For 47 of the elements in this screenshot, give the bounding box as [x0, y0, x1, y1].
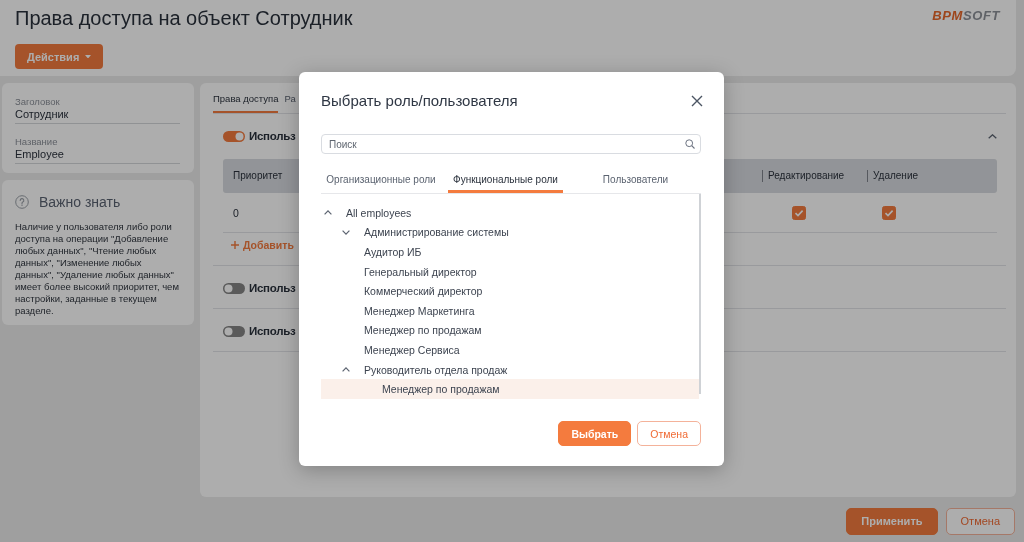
help-icon: [15, 195, 29, 209]
plus-icon: [231, 241, 239, 249]
section-title: Использ: [249, 325, 296, 337]
caret-icon: [85, 54, 92, 59]
tree-item[interactable]: Менеджер Сервиса: [321, 340, 699, 360]
search-icon[interactable]: [685, 139, 695, 149]
dialog-title: Выбрать роль/пользователя: [321, 92, 518, 110]
text-field[interactable]: Сотрудник: [15, 108, 180, 124]
table-cell-text: 0: [232, 206, 239, 219]
tree-item[interactable]: Менеджер по продажам: [321, 379, 699, 399]
section-title: Использ: [249, 282, 296, 294]
column-header: Удаление: [867, 170, 919, 182]
field-label: Заголовок: [15, 96, 61, 108]
tab[interactable]: Функциональные роли: [448, 168, 563, 193]
toggle-switch[interactable]: [223, 130, 245, 142]
info-title: Важно знать: [39, 194, 121, 210]
tree-item[interactable]: Менеджер Маркетинга: [321, 300, 699, 321]
checkbox[interactable]: [882, 205, 896, 220]
toggle-switch[interactable]: [223, 325, 245, 337]
tree-item[interactable]: Руководитель отдела продаж: [321, 359, 699, 380]
tab[interactable]: Организационные роли: [321, 168, 441, 193]
search-field[interactable]: Поиск: [321, 134, 701, 154]
tab[interactable]: Ра: [284, 93, 296, 113]
logo: BPMSOFT: [932, 9, 1000, 23]
toggle-switch[interactable]: [223, 282, 245, 294]
tab[interactable]: Права доступа: [213, 93, 279, 113]
tree-item[interactable]: Администрирование системы: [321, 222, 699, 243]
checkbox[interactable]: [792, 205, 806, 220]
close-icon[interactable]: [691, 95, 703, 107]
chevron-down-icon[interactable]: [342, 229, 350, 235]
column-header: Редактирование: [762, 170, 845, 182]
tree-item[interactable]: Генеральный директор: [321, 261, 699, 282]
text-field[interactable]: Employee: [15, 148, 180, 164]
scrollbar[interactable]: [699, 194, 701, 394]
chevron-up-icon[interactable]: [342, 367, 350, 373]
tab[interactable]: Пользователи: [570, 168, 701, 193]
tree-item[interactable]: All employees: [321, 203, 699, 223]
field-label: Название: [15, 136, 59, 148]
chevron-up-icon[interactable]: [324, 210, 332, 216]
tree-item[interactable]: Менеджер по продажам: [321, 320, 699, 341]
column-header: Приоритет: [232, 170, 283, 182]
section-title: Использ: [249, 130, 296, 142]
info-text: Наличие у пользователя либо роли доступа на операции "Добавление любых данных", "Чтение любых данных", "Изменение любых данных", "Удаление любых данных" имеет более высокий приоритет, чем настройки, заданные в текущем разделе.: [15, 221, 180, 317]
chevron-up-icon[interactable]: [988, 133, 997, 139]
page-title: Права доступа на объект Сотрудник: [15, 6, 353, 31]
tree-item[interactable]: Аудитор ИБ: [321, 242, 699, 262]
tree-item[interactable]: Коммерческий директор: [321, 281, 699, 301]
